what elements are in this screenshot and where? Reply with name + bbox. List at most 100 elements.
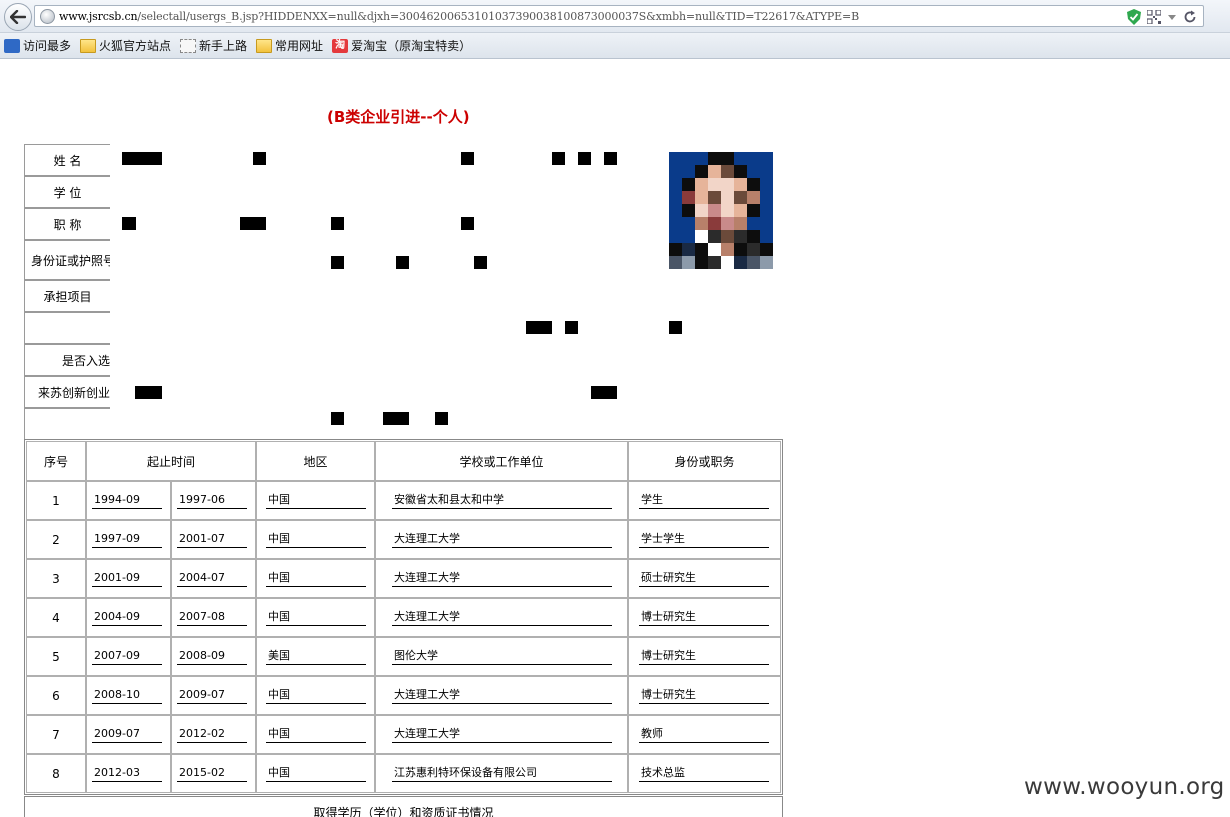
bookmark-getting-started[interactable]: 新手上路	[180, 37, 247, 54]
school-cell: 大连理工大学	[375, 520, 628, 559]
area-field[interactable]: 美国	[266, 649, 366, 665]
school-field[interactable]: 大连理工大学	[392, 688, 612, 704]
role-field[interactable]: 硕士研究生	[639, 571, 769, 587]
school-cell: 图伦大学	[375, 637, 628, 676]
end-date-cell: 2001-07	[171, 520, 256, 559]
end-date-field[interactable]: 2004-07	[177, 571, 247, 587]
label-id-passport: 身份证或护照号	[24, 240, 110, 280]
row-index: 4	[26, 598, 86, 637]
redacted-block	[461, 217, 474, 230]
url-toolbar: www.jsrcsb.cn/selectall/usergs_B.jsp?HID…	[0, 0, 1230, 33]
area-field[interactable]: 中国	[266, 727, 366, 743]
shield-icon[interactable]	[1127, 9, 1141, 25]
end-date-cell: 2007-08	[171, 598, 256, 637]
redacted-block	[604, 152, 617, 165]
school-cell: 安徽省太和县太和中学	[375, 481, 628, 520]
bookmark-label: 火狐官方站点	[99, 39, 172, 53]
role-field[interactable]: 博士研究生	[639, 610, 769, 626]
bookmark-most-visited[interactable]: 访问最多	[4, 37, 71, 54]
end-date-cell: 2009-07	[171, 676, 256, 715]
area-cell: 中国	[256, 520, 375, 559]
table-header-row: 序号 起止时间 地区 学校或工作单位 身份或职务	[26, 441, 781, 481]
end-date-cell: 1997-06	[171, 481, 256, 520]
header-index: 序号	[26, 441, 86, 481]
school-field[interactable]: 图伦大学	[392, 649, 612, 665]
redacted-block	[135, 386, 162, 399]
start-date-field[interactable]: 1997-09	[92, 532, 162, 548]
bookmark-ai-taobao[interactable]: 淘 爱淘宝（原淘宝特卖）	[332, 37, 471, 54]
end-date-field[interactable]: 1997-06	[177, 493, 247, 509]
start-date-field[interactable]: 2007-09	[92, 649, 162, 665]
reload-icon[interactable]	[1183, 10, 1197, 24]
redacted-block	[552, 152, 565, 165]
start-date-field[interactable]: 2008-10	[92, 688, 162, 704]
area-field[interactable]: 中国	[266, 766, 366, 782]
url-text: www.jsrcsb.cn/selectall/usergs_B.jsp?HID…	[59, 10, 860, 23]
start-date-field[interactable]: 2009-07	[92, 727, 162, 743]
school-field[interactable]: 大连理工大学	[392, 610, 612, 626]
role-field[interactable]: 学士学生	[639, 532, 769, 548]
school-field[interactable]: 安徽省太和县太和中学	[392, 493, 612, 509]
table-row: 6 2008-10 2009-07 中国 大连理工大学 博士研究生	[26, 676, 781, 715]
start-date-cell: 1997-09	[86, 520, 171, 559]
redacted-block	[565, 321, 578, 334]
globe-icon	[40, 9, 55, 24]
end-date-field[interactable]: 2001-07	[177, 532, 247, 548]
area-field[interactable]: 中国	[266, 571, 366, 587]
area-cell: 中国	[256, 754, 375, 793]
area-field[interactable]: 中国	[266, 532, 366, 548]
dropdown-icon[interactable]	[1167, 12, 1177, 22]
role-cell: 学生	[628, 481, 781, 520]
row-index: 6	[26, 676, 86, 715]
back-arrow-icon	[10, 10, 26, 24]
back-button[interactable]	[4, 3, 32, 31]
redacted-block	[396, 256, 409, 269]
redacted-block	[435, 412, 448, 425]
school-field[interactable]: 大连理工大学	[392, 571, 612, 587]
redacted-block	[383, 412, 409, 425]
bookmark-label: 访问最多	[23, 39, 72, 53]
end-date-field[interactable]: 2012-02	[177, 727, 247, 743]
role-cell: 教师	[628, 715, 781, 754]
school-field[interactable]: 江苏惠利特环保设备有限公司	[392, 766, 612, 782]
role-cell: 硕士研究生	[628, 559, 781, 598]
school-field[interactable]: 大连理工大学	[392, 532, 612, 548]
end-date-field[interactable]: 2009-07	[177, 688, 247, 704]
row-index: 3	[26, 559, 86, 598]
table-row: 5 2007-09 2008-09 美国 图伦大学 博士研究生	[26, 637, 781, 676]
end-date-field[interactable]: 2008-09	[177, 649, 247, 665]
bookmark-firefox-sites[interactable]: 火狐官方站点	[80, 37, 171, 54]
school-field[interactable]: 大连理工大学	[392, 727, 612, 743]
start-date-field[interactable]: 2004-09	[92, 610, 162, 626]
school-cell: 江苏惠利特环保设备有限公司	[375, 754, 628, 793]
bookmark-common-sites[interactable]: 常用网址	[256, 37, 323, 54]
redacted-block	[122, 152, 162, 165]
role-field[interactable]: 学生	[639, 493, 769, 509]
end-date-field[interactable]: 2015-02	[177, 766, 247, 782]
area-field[interactable]: 中国	[266, 493, 366, 509]
bookmark-label: 新手上路	[199, 39, 248, 53]
start-date-cell: 2007-09	[86, 637, 171, 676]
start-date-field[interactable]: 2001-09	[92, 571, 162, 587]
role-field[interactable]: 教师	[639, 727, 769, 743]
watermark: www.wooyun.org	[1024, 774, 1225, 800]
start-date-field[interactable]: 2012-03	[92, 766, 162, 782]
area-cell: 中国	[256, 598, 375, 637]
start-date-cell: 1994-09	[86, 481, 171, 520]
redacted-block	[331, 256, 344, 269]
area-field[interactable]: 中国	[266, 688, 366, 704]
role-field[interactable]: 博士研究生	[639, 649, 769, 665]
qr-code-icon[interactable]	[1147, 10, 1161, 24]
role-field[interactable]: 技术总监	[639, 766, 769, 782]
area-field[interactable]: 中国	[266, 610, 366, 626]
role-field[interactable]: 博士研究生	[639, 688, 769, 704]
label-degree: 学 位	[24, 176, 110, 208]
start-date-field[interactable]: 1994-09	[92, 493, 162, 509]
most-visited-icon	[4, 38, 20, 53]
end-date-cell: 2008-09	[171, 637, 256, 676]
address-bar[interactable]: www.jsrcsb.cn/selectall/usergs_B.jsp?HID…	[34, 5, 1204, 27]
end-date-field[interactable]: 2007-08	[177, 610, 247, 626]
table-row: 7 2009-07 2012-02 中国 大连理工大学 教师	[26, 715, 781, 754]
table-row: 1 1994-09 1997-06 中国 安徽省太和县太和中学 学生	[26, 481, 781, 520]
row-index: 8	[26, 754, 86, 793]
